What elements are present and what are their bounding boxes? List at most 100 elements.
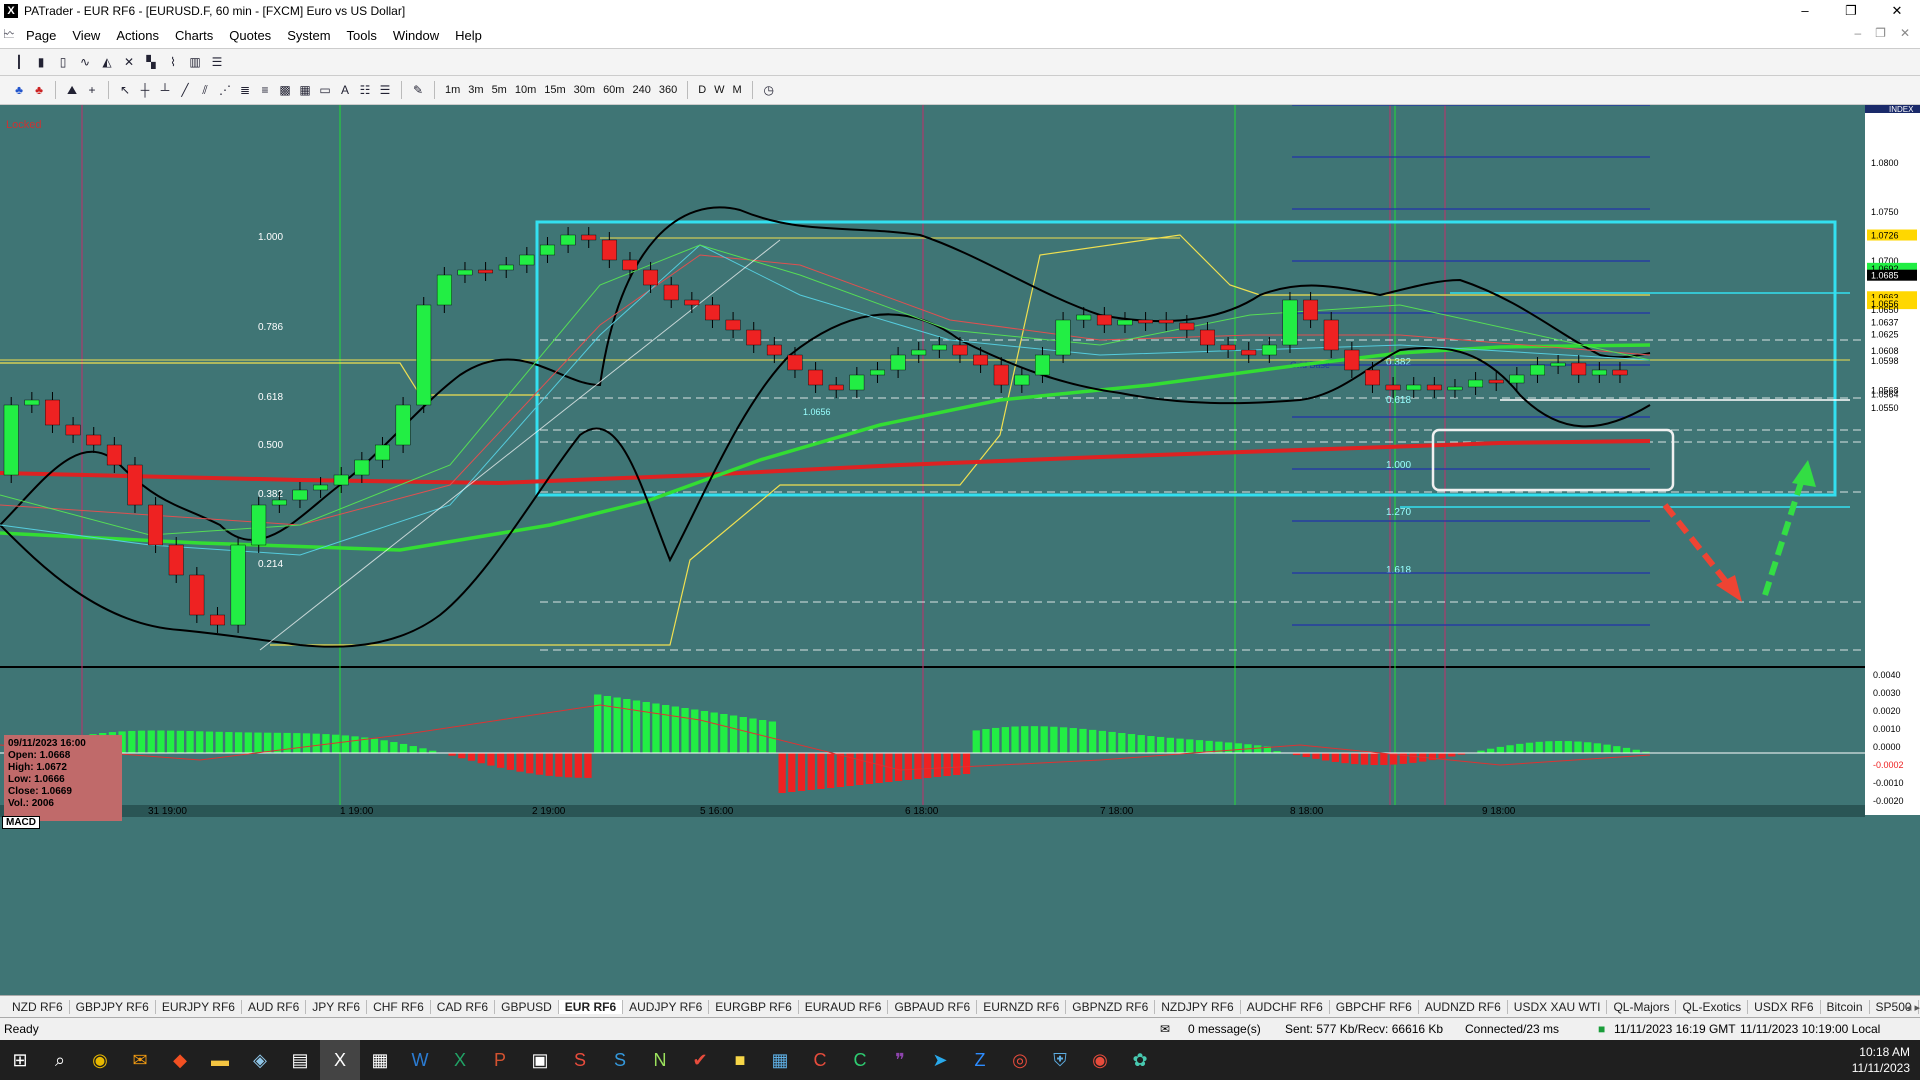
symbol-tab[interactable]: USDX XAU WTI	[1508, 1000, 1608, 1014]
fib-retracement-icon[interactable]: ≣	[236, 81, 254, 99]
shield-icon[interactable]: ⛨	[1040, 1040, 1080, 1080]
fib-fan-icon[interactable]: ⋰	[216, 81, 234, 99]
patrader-icon[interactable]: X	[320, 1040, 360, 1080]
hline-icon[interactable]: ┼	[136, 81, 154, 99]
symbol-tab[interactable]: AUD RF6	[242, 1000, 307, 1014]
levels-icon[interactable]: ☰	[376, 81, 394, 99]
grid-icon[interactable]: ▦	[296, 81, 314, 99]
brave-icon[interactable]: ◆	[160, 1040, 200, 1080]
symbol-tab[interactable]: GBPJPY RF6	[70, 1000, 156, 1014]
calculator-icon[interactable]: ▦	[360, 1040, 400, 1080]
symbol-tab[interactable]: AUDCHF RF6	[1241, 1000, 1330, 1014]
app-icon-4[interactable]: S	[600, 1040, 640, 1080]
indicator-list-icon[interactable]: ☰	[208, 53, 226, 71]
symbol-tab[interactable]: JPY RF6	[306, 1000, 368, 1014]
symbol-tab[interactable]: EUR RF6	[558, 1000, 624, 1014]
menu-view[interactable]: View	[64, 28, 108, 43]
mail-app-icon[interactable]: ✉	[120, 1040, 160, 1080]
heikin-chart-icon[interactable]: ▯	[54, 53, 72, 71]
pencil-icon[interactable]: ✎	[409, 81, 427, 99]
point-figure-icon[interactable]: ✕	[120, 53, 138, 71]
app-icon-9[interactable]: C	[840, 1040, 880, 1080]
menu-quotes[interactable]: Quotes	[221, 28, 279, 43]
channel-icon[interactable]: ⫽	[196, 81, 214, 99]
mdi-close-icon[interactable]: ✕	[1900, 26, 1910, 40]
indicator-icon[interactable]: ⛰	[63, 81, 81, 99]
tab-scroll-arrows[interactable]: ◂ ▸	[1906, 1001, 1920, 1014]
symbol-tab[interactable]: NZDJPY RF6	[1155, 1000, 1241, 1014]
pointer-icon[interactable]: ↖	[116, 81, 134, 99]
chart-area[interactable]: INDEX 1.0800 1.0750 1.0726 1.0700 1.0692 1.068…	[0, 105, 1920, 995]
symbol-tab[interactable]: GBPNZD RF6	[1066, 1000, 1156, 1014]
symbol-tab[interactable]: GBPUSD	[495, 1000, 559, 1014]
symbol-tab[interactable]: Bitcoin	[1821, 1000, 1870, 1014]
symbol-tab[interactable]: EURJPY RF6	[156, 1000, 242, 1014]
symbol-tab[interactable]: NZD RF6	[6, 1000, 70, 1014]
search-icon[interactable]: ⌕	[40, 1040, 80, 1080]
word-icon[interactable]: W	[400, 1040, 440, 1080]
windows-start-icon[interactable]: ⊞	[0, 1040, 40, 1080]
menu-page[interactable]: Page	[18, 28, 64, 43]
rectangle-icon[interactable]: ▭	[316, 81, 334, 99]
fib-time-icon[interactable]: ☷	[356, 81, 374, 99]
minimize-button[interactable]: –	[1782, 0, 1828, 22]
tf-240[interactable]: 240	[629, 84, 653, 96]
app-icon-11[interactable]: ◎	[1000, 1040, 1040, 1080]
fib-extension-icon[interactable]: ≡	[256, 81, 274, 99]
powerpoint-icon[interactable]: P	[480, 1040, 520, 1080]
app-icon-7[interactable]: ▦	[760, 1040, 800, 1080]
menu-tools[interactable]: Tools	[339, 28, 385, 43]
clock-icon[interactable]: ◷	[760, 81, 778, 99]
symbol-tab[interactable]: AUDNZD RF6	[1419, 1000, 1508, 1014]
menu-help[interactable]: Help	[447, 28, 490, 43]
symbol-tab[interactable]: EURAUD RF6	[799, 1000, 889, 1014]
symbol-tab[interactable]: GBPCHF RF6	[1330, 1000, 1419, 1014]
explorer-icon[interactable]: ▬	[200, 1040, 240, 1080]
candle-chart-icon[interactable]: ▮	[32, 53, 50, 71]
menu-charts[interactable]: Charts	[167, 28, 221, 43]
text-icon[interactable]: A	[336, 81, 354, 99]
mdi-restore-icon[interactable]: ❐	[1875, 26, 1886, 40]
tf-360[interactable]: 360	[656, 84, 680, 96]
trendline-icon[interactable]: ╱	[176, 81, 194, 99]
mail-icon[interactable]: ✉	[1160, 1022, 1170, 1036]
tf-60m[interactable]: 60m	[600, 84, 627, 96]
excel-icon[interactable]: X	[440, 1040, 480, 1080]
tf-10m[interactable]: 10m	[512, 84, 539, 96]
tf-5m[interactable]: 5m	[489, 84, 510, 96]
symbol-tab[interactable]: CHF RF6	[367, 1000, 431, 1014]
area-chart-icon[interactable]: ◭	[98, 53, 116, 71]
tf-m[interactable]: M	[730, 84, 745, 96]
crosshair-icon[interactable]: +	[83, 81, 101, 99]
app-icon-8[interactable]: C	[800, 1040, 840, 1080]
symbol-tab[interactable]: USDX RF6	[1748, 1000, 1821, 1014]
symbol-tab[interactable]: CAD RF6	[431, 1000, 496, 1014]
app-icon-5[interactable]: N	[640, 1040, 680, 1080]
chart-app-icon[interactable]: ▤	[280, 1040, 320, 1080]
app-icon-1[interactable]: ◈	[240, 1040, 280, 1080]
app-icon-3[interactable]: S	[560, 1040, 600, 1080]
tf-30m[interactable]: 30m	[571, 84, 598, 96]
telegram-icon[interactable]: ➤	[920, 1040, 960, 1080]
symbol-tab[interactable]: QL-Majors	[1607, 1000, 1677, 1014]
tf-d[interactable]: D	[695, 84, 709, 96]
app-icon-13[interactable]: ✿	[1120, 1040, 1160, 1080]
symbol-tab[interactable]: EURNZD RF6	[977, 1000, 1067, 1014]
symbol-tab[interactable]: QL-Exotics	[1676, 1000, 1749, 1014]
volume-chart-icon[interactable]: ▥	[186, 53, 204, 71]
tf-3m[interactable]: 3m	[465, 84, 486, 96]
chrome-icon[interactable]: ◉	[80, 1040, 120, 1080]
gann-icon[interactable]: ▩	[276, 81, 294, 99]
app-icon-6[interactable]: ✔	[680, 1040, 720, 1080]
kagi-chart-icon[interactable]: ⌇	[164, 53, 182, 71]
tf-1m[interactable]: 1m	[442, 84, 463, 96]
tf-15m[interactable]: 15m	[541, 84, 568, 96]
taskbar-clock[interactable]: 10:18 AM 11/11/2023	[1852, 1044, 1910, 1076]
page-icon[interactable]: 🗠	[0, 26, 18, 44]
vline-icon[interactable]: ┴	[156, 81, 174, 99]
bear-icon[interactable]: ♣	[30, 81, 48, 99]
close-button[interactable]: ✕	[1874, 0, 1920, 22]
zoom-icon[interactable]: Z	[960, 1040, 1000, 1080]
app-icon-10[interactable]: ❞	[880, 1040, 920, 1080]
price-chart[interactable]: INDEX1.08001.07501.07261.07001.06921.068…	[0, 105, 1920, 995]
